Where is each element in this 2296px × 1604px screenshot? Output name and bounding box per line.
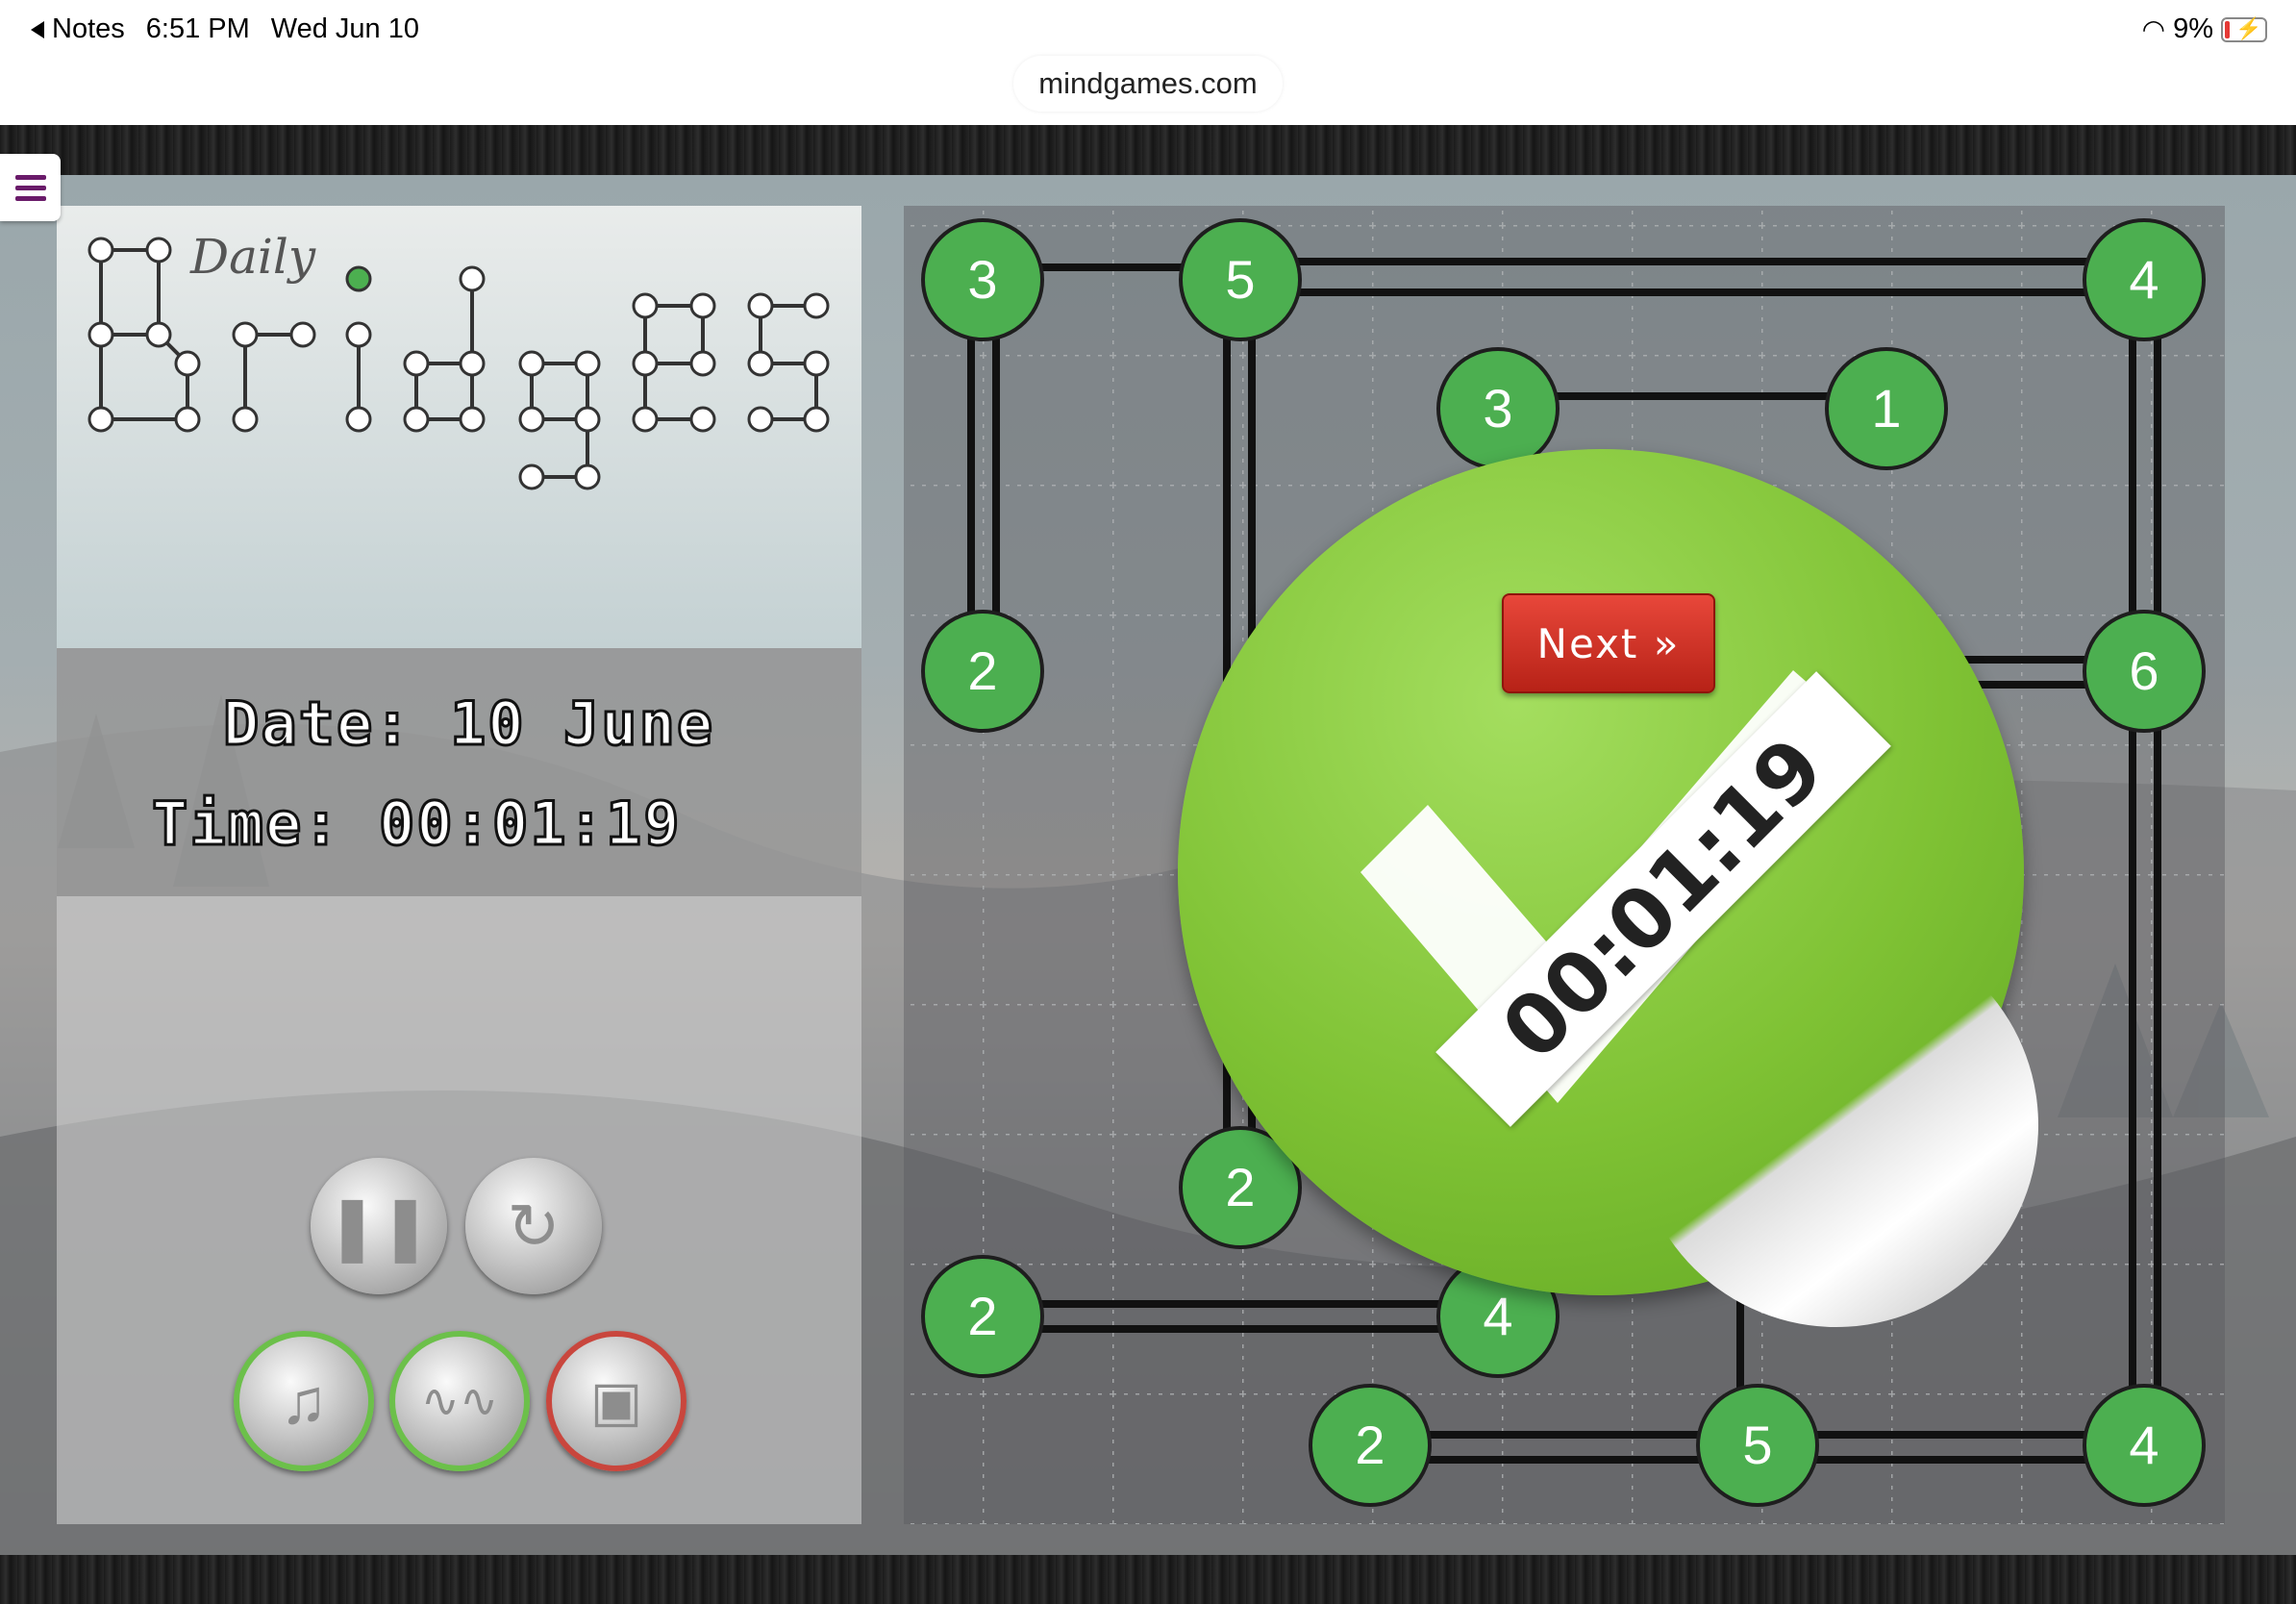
back-to-notes[interactable]: Notes	[31, 13, 125, 45]
svg-text:5: 5	[1742, 1415, 1772, 1475]
island[interactable]: 2	[921, 1255, 1044, 1378]
back-arrow-icon	[31, 20, 44, 38]
island[interactable]: 2	[1309, 1384, 1432, 1507]
svg-text:3: 3	[1483, 378, 1512, 439]
island[interactable]: 3	[921, 218, 1044, 341]
svg-text:4: 4	[2129, 1415, 2159, 1475]
battery-icon: ⚡	[2221, 16, 2267, 42]
time-display: Time: 00:01:19	[151, 788, 682, 861]
sound-button[interactable]: ∿∿	[389, 1331, 530, 1471]
island[interactable]: 4	[2083, 218, 2206, 341]
svg-text:2: 2	[967, 1286, 997, 1346]
svg-text:5: 5	[1225, 249, 1255, 310]
daily-bridges-logo	[87, 237, 830, 490]
pause-icon: ❚❚	[325, 1190, 433, 1262]
music-button[interactable]: ♫	[234, 1331, 374, 1471]
url-bar[interactable]: mindgames.com	[1013, 56, 1283, 112]
restart-icon: ↻	[507, 1190, 561, 1262]
stats-panel	[57, 648, 861, 896]
island[interactable]: 5	[1179, 218, 1302, 341]
date: Wed Jun 10	[270, 13, 419, 44]
sound-wave-icon: ∿∿	[420, 1376, 499, 1427]
display-button[interactable]: ▣	[546, 1331, 686, 1471]
date-display: Date: 10 June	[221, 688, 715, 761]
island[interactable]: 2	[921, 610, 1044, 733]
svg-text:2: 2	[967, 640, 997, 701]
menu-button[interactable]	[0, 154, 61, 221]
logo-area: Daily	[57, 206, 861, 648]
pause-button[interactable]: ❚❚	[311, 1158, 447, 1294]
back-label: Notes	[52, 13, 125, 44]
svg-text:2: 2	[1355, 1415, 1385, 1475]
restart-button[interactable]: ↻	[465, 1158, 602, 1294]
svg-text:6: 6	[2129, 640, 2159, 701]
island[interactable]: 4	[2083, 1384, 2206, 1507]
status-bar: Notes 6:51 PM Wed Jun 10 ◠ 9% ⚡ mindgame…	[0, 0, 2296, 125]
svg-text:1: 1	[1871, 378, 1901, 439]
next-button[interactable]: Next »	[1502, 593, 1715, 693]
monitor-icon: ▣	[589, 1370, 643, 1433]
logo-daily-text: Daily	[190, 229, 316, 285]
music-note-icon: ♫	[280, 1366, 328, 1437]
svg-text:3: 3	[967, 249, 997, 310]
clock: 6:51 PM	[145, 13, 250, 44]
island[interactable]: 5	[1696, 1384, 1819, 1507]
battery-percent: 9%	[2173, 13, 2213, 44]
wifi-icon: ◠	[2141, 14, 2166, 44]
island[interactable]: 6	[2083, 610, 2206, 733]
url-text: mindgames.com	[1038, 66, 1258, 100]
svg-text:4: 4	[2129, 249, 2159, 310]
